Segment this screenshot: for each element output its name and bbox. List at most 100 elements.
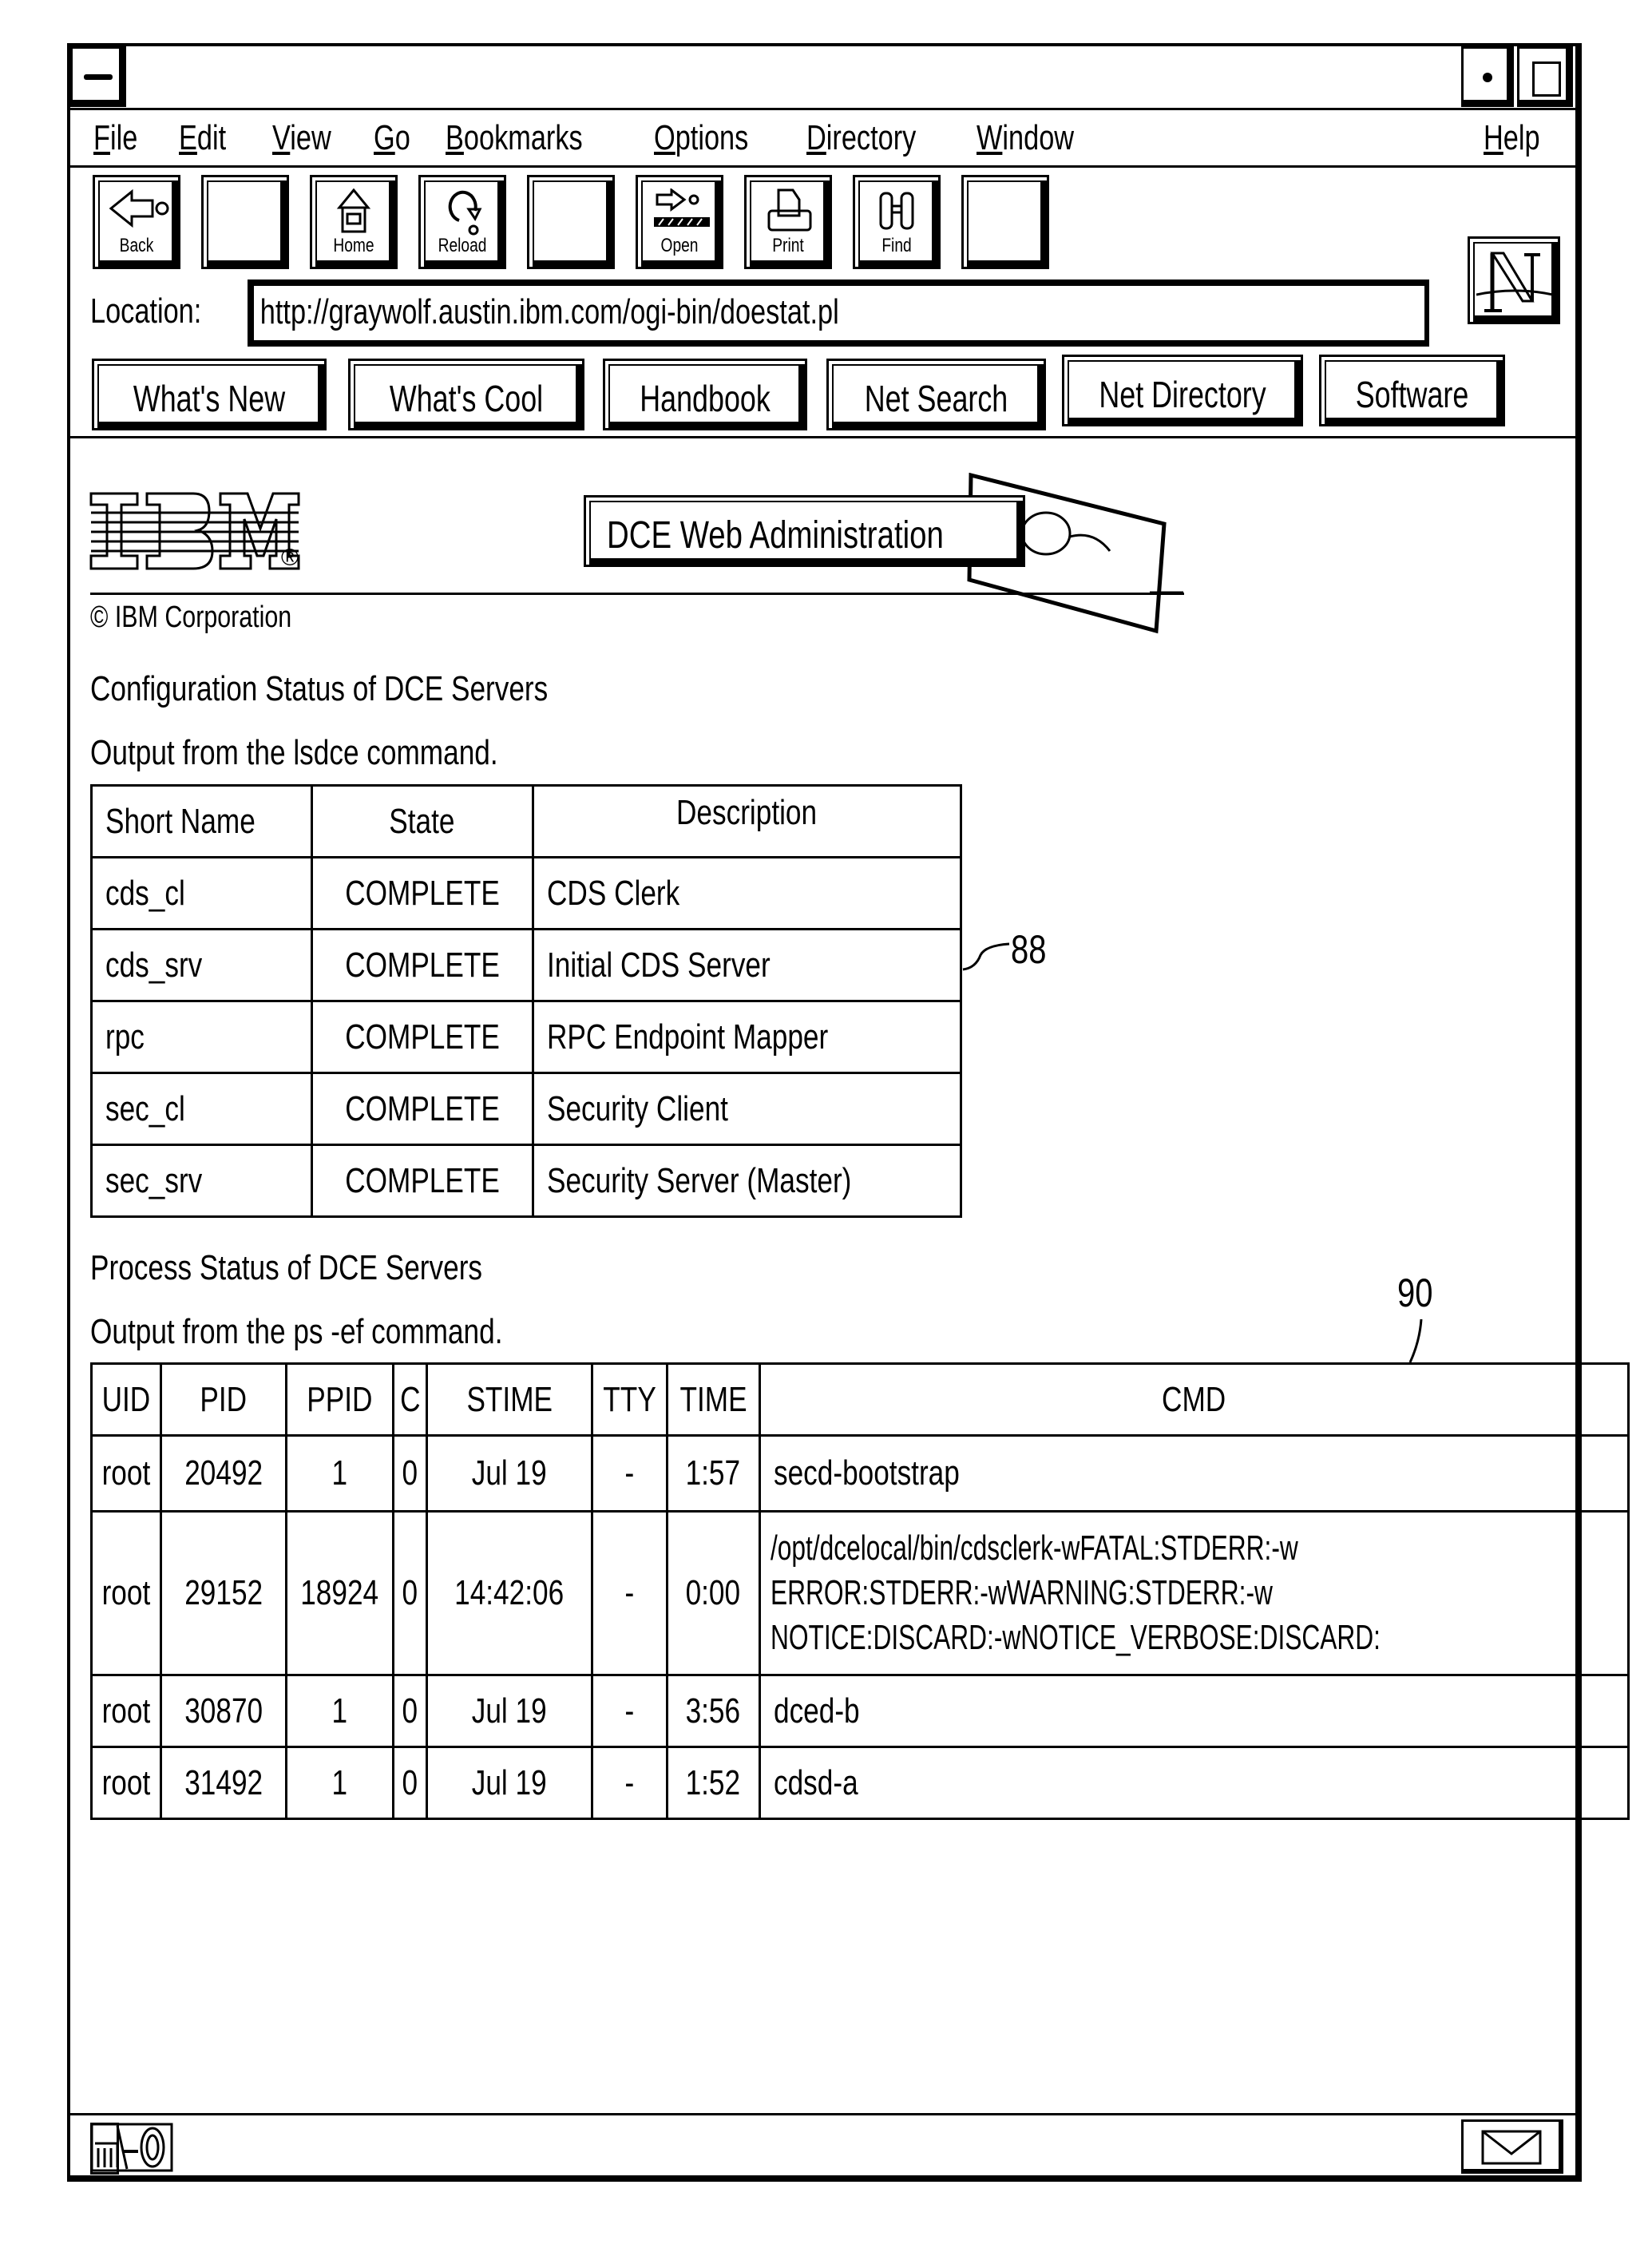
registered-mark: ® [281, 545, 299, 571]
menu-window[interactable]: Window [977, 118, 1074, 158]
cell-time: 3:56 [665, 1674, 761, 1748]
table-row: cds_srv COMPLETE Initial CDS Server [90, 928, 963, 1002]
header-pid: PID [159, 1362, 288, 1437]
cell-description: Security Client [531, 1072, 963, 1146]
system-menu-button[interactable] [70, 46, 126, 107]
cmd-line: /opt/dcelocal/bin/cdsclerk-wFATAL:STDERR… [770, 1528, 1298, 1568]
open-icon [654, 188, 710, 227]
config-status-table: Short Name State Description cds_cl COMP… [90, 784, 963, 1218]
minus-icon [84, 74, 113, 80]
cell-pid: 30870 [159, 1674, 288, 1748]
header-uid: UID [90, 1362, 162, 1437]
cell-state: COMPLETE [310, 1000, 534, 1074]
cell-tty: - [590, 1434, 668, 1513]
cell-short-name: cds_cl [90, 856, 313, 930]
reload-button[interactable]: Reload [418, 175, 506, 269]
reference-label-90: 90 [1397, 1271, 1433, 1315]
netscape-n-icon [1476, 252, 1553, 312]
stop-button[interactable] [961, 175, 1049, 269]
content-separator [70, 436, 1575, 438]
cell-pid: 29152 [159, 1510, 288, 1676]
netscape-logo[interactable] [1468, 236, 1560, 324]
back-button[interactable]: Back [93, 175, 180, 269]
cell-pid: 31492 [159, 1746, 288, 1820]
menu-view[interactable]: View [272, 118, 331, 158]
find-label: Find [881, 235, 912, 256]
cell-description: CDS Clerk [531, 856, 963, 930]
cell-c: 0 [391, 1674, 429, 1748]
process-subheading: Output from the ps -ef command. [90, 1312, 503, 1351]
cell-uid: root [90, 1510, 162, 1676]
cell-state: COMPLETE [310, 1144, 534, 1218]
net-search-button[interactable]: Net Search [826, 359, 1046, 430]
security-indicator[interactable] [90, 2123, 173, 2175]
cell-c: 0 [391, 1434, 429, 1513]
forward-button[interactable] [201, 175, 289, 269]
net-directory-button[interactable]: Net Directory [1062, 355, 1303, 426]
binoculars-icon [879, 192, 914, 230]
cell-cmd: cdsd-a [758, 1746, 1630, 1820]
cell-time: 0:00 [665, 1510, 761, 1676]
reload-label: Reload [438, 235, 487, 256]
cmd-line: ERROR:STDERR:-wWARNING:STDERR:-w [770, 1573, 1273, 1612]
menu-help[interactable]: Help [1484, 118, 1540, 158]
cell-short-name: rpc [90, 1000, 313, 1074]
images-button[interactable] [527, 175, 615, 269]
location-input[interactable] [254, 286, 1454, 339]
square-icon [1532, 61, 1561, 97]
table-row: sec_cl COMPLETE Security Client [90, 1072, 963, 1146]
minimize-button[interactable] [1461, 46, 1514, 107]
find-button[interactable]: Find [853, 175, 941, 269]
leader-line-88 [962, 942, 1010, 971]
header-cmd: CMD [758, 1362, 1630, 1437]
location-field [248, 280, 1454, 347]
copyright-text: © IBM Corporation [90, 601, 292, 634]
menu-bar: File Edit View Go Bookmarks Options Dire… [70, 110, 1575, 168]
table-row: root 30870 1 0 Jul 19 - 3:56 dced-b [90, 1674, 1630, 1748]
location-label: Location: [90, 291, 202, 331]
mail-button[interactable] [1461, 2119, 1563, 2174]
cmd-line: NOTICE:DISCARD:-wNOTICE_VERBOSE:DISCARD: [770, 1618, 1381, 1657]
leader-line-90 [1408, 1318, 1423, 1363]
cell-tty: - [590, 1510, 668, 1676]
table-row: cds_cl COMPLETE CDS Clerk [90, 856, 963, 930]
home-button[interactable]: Home [310, 175, 398, 269]
cell-ppid: 1 [285, 1674, 394, 1748]
cell-stime: Jul 19 [426, 1434, 593, 1513]
menu-options[interactable]: Options [654, 118, 748, 158]
cell-description: RPC Endpoint Mapper [531, 1000, 963, 1074]
cell-uid: root [90, 1746, 162, 1820]
header-short-name: Short Name [90, 784, 313, 858]
cell-cmd: /opt/dcelocal/bin/cdsclerk-wFATAL:STDERR… [758, 1510, 1630, 1676]
table-row: root 29152 18924 0 14:42:06 - 0:00 /opt/… [90, 1510, 1630, 1676]
table-header-row: Short Name State Description [90, 784, 963, 858]
header-ppid: PPID [285, 1362, 394, 1437]
software-button[interactable]: Software [1319, 355, 1505, 426]
open-button[interactable]: Open [636, 175, 723, 269]
key-icon [90, 2123, 173, 2172]
back-arrow-icon [109, 188, 169, 228]
cell-state: COMPLETE [310, 1072, 534, 1146]
whats-new-button[interactable]: What's New [92, 359, 327, 430]
print-button[interactable]: Print [744, 175, 832, 269]
cell-tty: - [590, 1746, 668, 1820]
home-icon [336, 188, 371, 233]
open-label: Open [660, 235, 699, 256]
menu-directory[interactable]: Directory [806, 118, 916, 158]
cell-pid: 20492 [159, 1434, 288, 1513]
cell-time: 1:57 [665, 1434, 761, 1513]
cell-stime: Jul 19 [426, 1746, 593, 1820]
cell-stime: Jul 19 [426, 1674, 593, 1748]
cell-cmd: secd-bootstrap [758, 1434, 1630, 1513]
header-time: TIME [665, 1362, 761, 1437]
menu-edit[interactable]: Edit [179, 118, 226, 158]
menu-go[interactable]: Go [374, 118, 410, 158]
title-bar [70, 46, 1575, 110]
handbook-button[interactable]: Handbook [603, 359, 807, 430]
menu-file[interactable]: File [93, 118, 137, 158]
menu-bookmarks[interactable]: Bookmarks [446, 118, 583, 158]
printer-icon [767, 188, 812, 232]
whats-cool-button[interactable]: What's Cool [348, 359, 584, 430]
maximize-button[interactable] [1517, 46, 1573, 107]
dce-web-admin-banner[interactable]: DCE Web Administration [584, 495, 1025, 567]
